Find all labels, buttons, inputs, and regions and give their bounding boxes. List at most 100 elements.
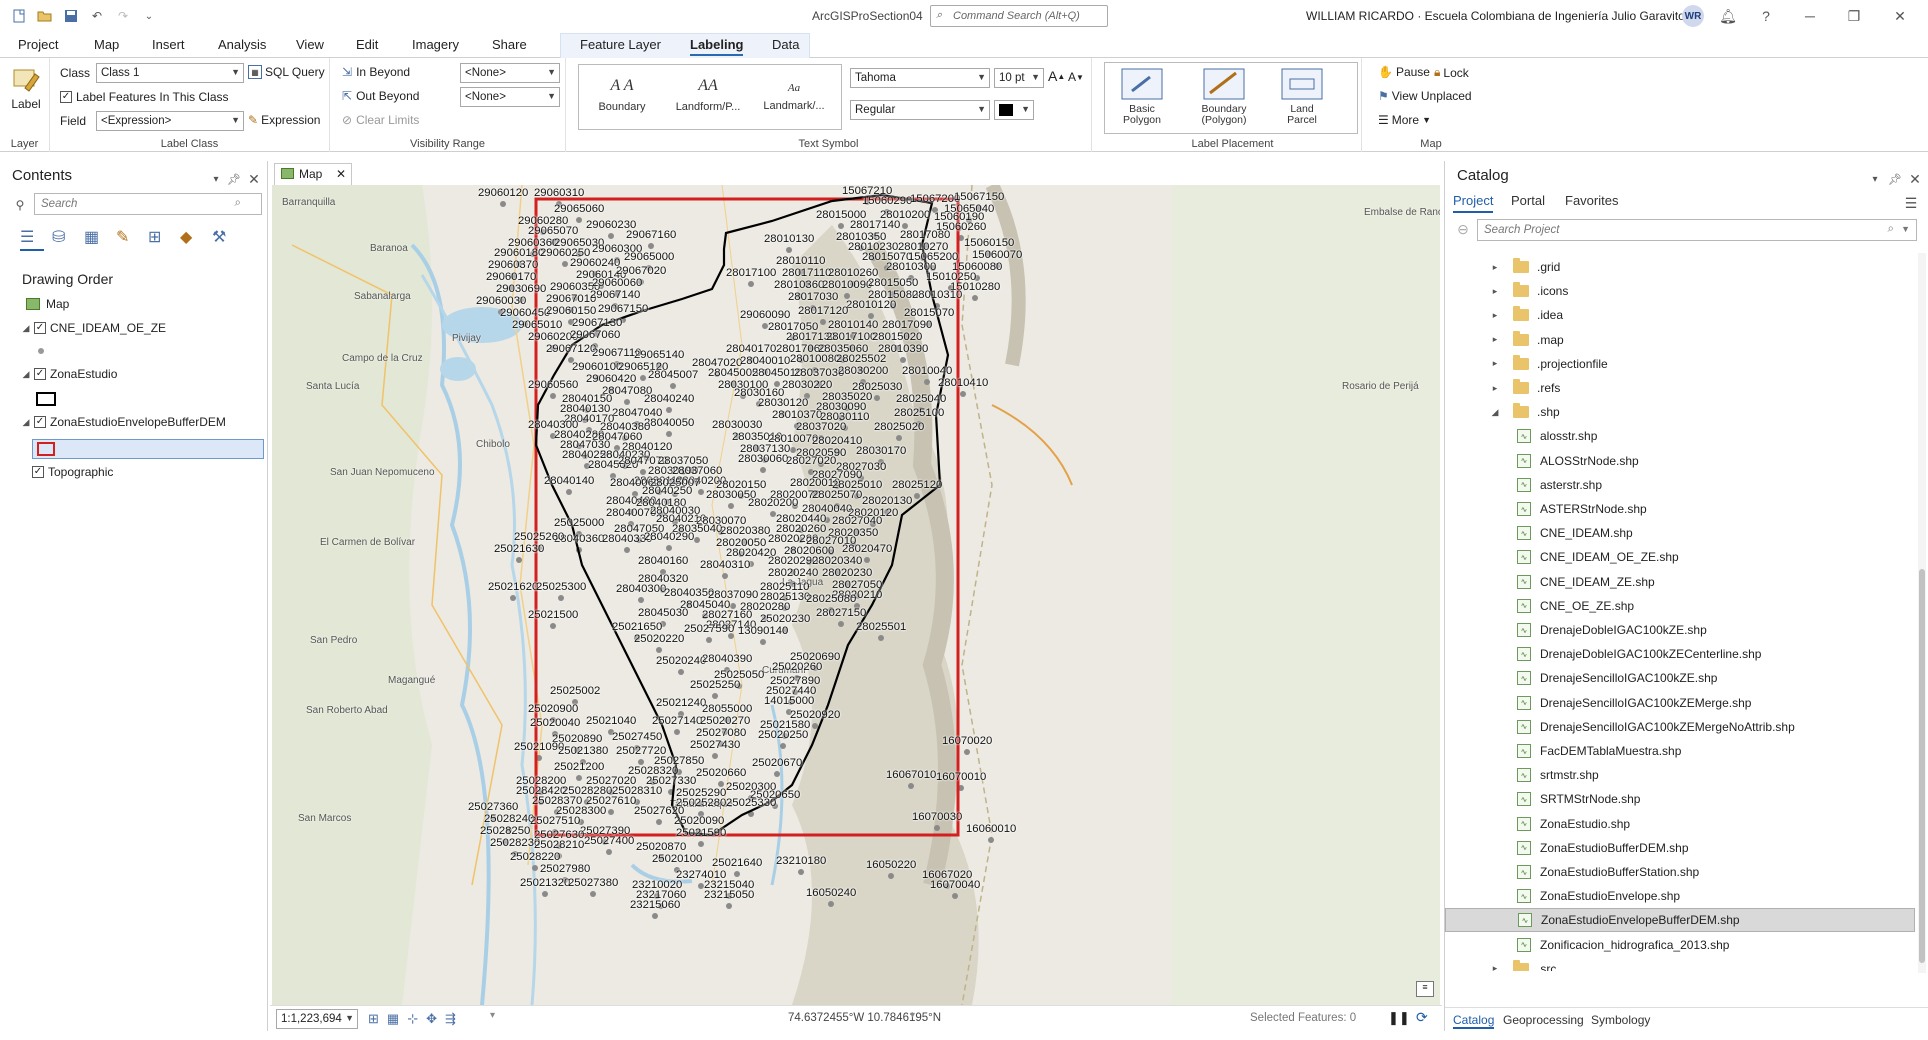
tab-imagery[interactable]: Imagery (412, 37, 459, 52)
restore-icon[interactable]: ❐ (1844, 6, 1864, 26)
close-pane-icon[interactable]: ✕ (1905, 169, 1925, 189)
catalog-folder[interactable]: ▸ .projectionfile (1445, 352, 1915, 376)
save-icon[interactable] (60, 5, 82, 27)
font-size-select[interactable]: 10 pt ▼ (994, 68, 1044, 88)
catalog-shapefile[interactable]: ∿ ZonaEstudioEnvelopeBufferDEM.shp (1445, 908, 1915, 933)
layer-envelope-buffer[interactable]: ◢ ✓ ZonaEstudioEnvelopeBufferDEM (20, 415, 226, 429)
catalog-tab-portal[interactable]: Portal (1511, 193, 1545, 208)
checkbox-checked[interactable]: ✓ (32, 466, 44, 478)
layer-zona-estudio[interactable]: ◢ ✓ ZonaEstudio (20, 367, 118, 381)
catalog-shapefile[interactable]: ∿ ZonaEstudioEnvelope.shp (1445, 884, 1915, 908)
expand-icon[interactable]: ◢ (20, 417, 32, 428)
help-icon[interactable]: ? (1756, 6, 1776, 26)
catalog-shapefile[interactable]: ∿ asterstr.shp (1445, 473, 1915, 497)
catalog-folder[interactable]: ▸ .idea (1445, 303, 1915, 327)
back-icon[interactable]: ⊖ (1453, 219, 1473, 239)
undo-icon[interactable]: ↶ (86, 5, 108, 27)
in-beyond-select[interactable]: <None> ▼ (460, 63, 560, 83)
map-notes-icon[interactable]: ≡ (1416, 981, 1434, 997)
snapping-icon[interactable]: ⊞ (148, 227, 172, 251)
scrollbar-thumb[interactable] (1919, 569, 1925, 963)
catalog-shapefile[interactable]: ∿ DrenajeDobleIGAC100kZE.shp (1445, 618, 1915, 642)
pause-button[interactable]: ✋ Pause (1378, 65, 1430, 79)
zoom-extent-icon[interactable]: ⊞ (368, 1011, 379, 1027)
pause-drawing-icon[interactable]: ❚❚ (1388, 1010, 1410, 1026)
minimize-icon[interactable]: ─ (1800, 6, 1820, 26)
notification-icon[interactable]: 🔔︎ (1718, 6, 1738, 26)
map-tab[interactable]: Map ✕ (274, 163, 352, 185)
close-icon[interactable]: ✕ (1890, 6, 1910, 26)
tab-project[interactable]: Project (18, 37, 58, 52)
catalog-shapefile[interactable]: ∿ ASTERStrNode.shp (1445, 497, 1915, 521)
close-pane-icon[interactable]: ✕ (244, 169, 264, 189)
menu-icon[interactable]: ☰ (1901, 193, 1921, 213)
expand-icon[interactable]: ▸ (1489, 334, 1501, 345)
command-search-input[interactable]: ⌕ Command Search (Alt+Q) (930, 5, 1108, 27)
expand-icon[interactable]: ▸ (1489, 383, 1501, 394)
expand-icon[interactable]: ▸ (1489, 286, 1501, 297)
catalog-shapefile[interactable]: ∿ ZonaEstudioBufferStation.shp (1445, 860, 1915, 884)
label-button[interactable]: Label (8, 64, 44, 111)
catalog-folder[interactable]: ▸ .grid (1445, 255, 1915, 279)
label-features-checkbox[interactable]: ✓ Label Features In This Class (60, 90, 229, 104)
refresh-draw-icon[interactable]: ⇶ (445, 1011, 456, 1027)
catalog-shapefile[interactable]: ∿ CNE_IDEAM_OE_ZE.shp (1445, 545, 1915, 569)
catalog-shapefile[interactable]: ∿ ALOSStrNode.shp (1445, 449, 1915, 473)
charts-icon[interactable]: ⚒ (212, 227, 236, 251)
placement-boundary-polygon[interactable]: Boundary (Polygon) (1191, 67, 1257, 126)
checkbox-checked[interactable]: ✓ (34, 322, 46, 334)
catalog-shapefile[interactable]: ∿ DrenajeDobleIGAC100kZECenterline.shp (1445, 642, 1915, 666)
class-select[interactable]: Class 1 ▼ (96, 63, 244, 83)
catalog-folder[interactable]: ▸ .src (1445, 957, 1915, 971)
redo-icon[interactable]: ↷ (112, 5, 134, 27)
pin-icon[interactable]: 📌︎ (1885, 169, 1905, 189)
catalog-shapefile[interactable]: ∿ DrenajeSencilloIGAC100kZEMerge.shp (1445, 691, 1915, 715)
layer-map[interactable]: Map (26, 297, 69, 311)
fixed-zoom-icon[interactable]: ⊹ (407, 1011, 418, 1027)
tab-labeling[interactable]: Labeling (690, 37, 744, 56)
catalog-shapefile[interactable]: ∿ CNE_IDEAM_ZE.shp (1445, 570, 1915, 594)
catalog-shapefile[interactable]: ∿ DrenajeSencilloIGAC100kZEMergeNoAttrib.… (1445, 715, 1915, 739)
coords-dropdown-icon[interactable]: ▾ (910, 1010, 915, 1021)
increase-font-icon[interactable]: A ▲ (1048, 68, 1065, 84)
tab-view[interactable]: View (296, 37, 324, 52)
selection-icon[interactable]: ▦ (84, 227, 108, 251)
catalog-search-input[interactable]: Search Project ⌕ ▼ (1477, 219, 1917, 241)
catalog-shapefile[interactable]: ∿ CNE_OE_ZE.shp (1445, 594, 1915, 618)
catalog-folder[interactable]: ▸ .icons (1445, 279, 1915, 303)
tab-share[interactable]: Share (492, 37, 527, 52)
catalog-folder[interactable]: ◢ .shp (1445, 400, 1915, 424)
tab-edit[interactable]: Edit (356, 37, 378, 52)
view-unplaced-button[interactable]: ⚑ View Unplaced (1378, 89, 1472, 103)
drawing-order-icon[interactable]: ☰ (20, 227, 44, 251)
field-select[interactable]: <Expression> ▼ (96, 111, 244, 131)
tab-map[interactable]: Map (94, 37, 119, 52)
expand-icon[interactable]: ◢ (1489, 407, 1501, 418)
catalog-shapefile[interactable]: ∿ ZonaEstudioBufferDEM.shp (1445, 836, 1915, 860)
expression-button[interactable]: ✎ Expression (248, 113, 320, 127)
avatar[interactable]: WR (1682, 5, 1704, 27)
decrease-font-icon[interactable]: A ▼ (1068, 70, 1084, 84)
labeling-icon[interactable]: ◆ (180, 227, 204, 251)
expand-icon[interactable]: ◢ (20, 323, 32, 334)
data-source-icon[interactable]: ⛁ (52, 227, 76, 251)
lock-button[interactable]: 🔒︎ Lock (1434, 65, 1469, 80)
map-canvas[interactable]: Barranquilla Baranoa Sabanalarga Pivijay Cam… (272, 185, 1440, 1005)
checkbox-checked[interactable]: ✓ (34, 416, 46, 428)
expand-icon[interactable]: ▸ (1489, 262, 1501, 273)
contents-search-input[interactable]: Search ⌕ (34, 193, 262, 215)
symbol-boundary[interactable]: A A Boundary (587, 77, 657, 113)
out-beyond-select[interactable]: <None> ▼ (460, 87, 560, 107)
pane-options-icon[interactable]: ▾ (206, 169, 226, 189)
checkbox-checked[interactable]: ✓ (34, 368, 46, 380)
expand-icon[interactable]: ▸ (1489, 310, 1501, 321)
catalog-tab-project[interactable]: Project (1453, 193, 1494, 213)
out-beyond-button[interactable]: ⇱ Out Beyond (342, 89, 419, 103)
catalog-shapefile[interactable]: ∿ DrenajeSencilloIGAC100kZE.shp (1445, 666, 1915, 690)
catalog-folder[interactable]: ▸ .map (1445, 328, 1915, 352)
catalog-shapefile[interactable]: ∿ Zonificacion_hidrografica_2013.shp (1445, 933, 1915, 957)
layer-cne-ideam[interactable]: ◢ ✓ CNE_IDEAM_OE_ZE (20, 321, 167, 335)
font-color-select[interactable]: ▼ (994, 100, 1034, 120)
tab-feature-layer[interactable]: Feature Layer (580, 37, 661, 52)
bottom-tab-geoprocessing[interactable]: Geoprocessing (1503, 1013, 1584, 1027)
